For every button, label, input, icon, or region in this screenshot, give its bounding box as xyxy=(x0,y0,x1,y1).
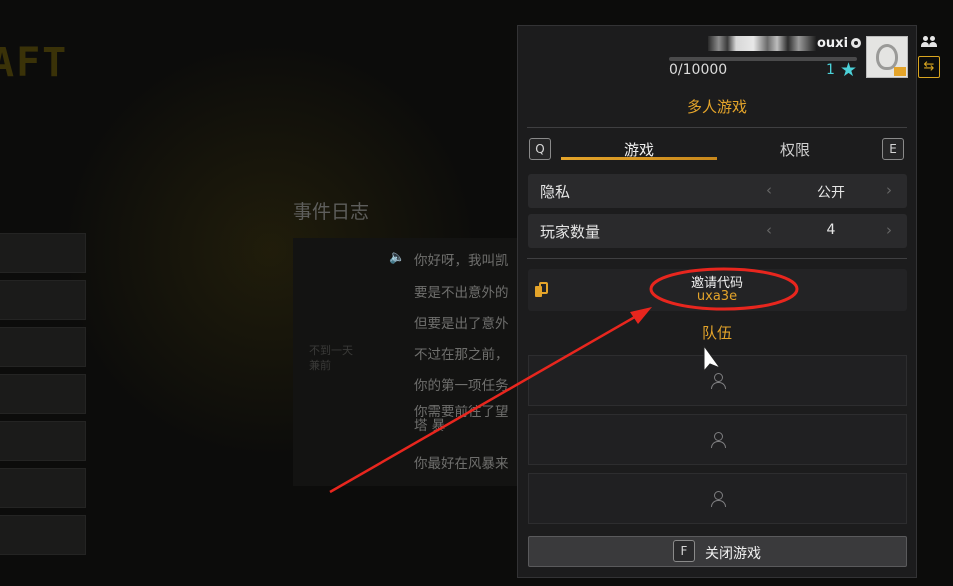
event-log-line: 不过在那之前， xyxy=(414,347,509,363)
privacy-value: 公开 xyxy=(817,185,845,201)
game-logo: AFT xyxy=(0,40,69,86)
event-log-line: 但要是出了意外 xyxy=(414,316,509,332)
player-name: ouxi xyxy=(708,34,862,52)
steam-icon xyxy=(851,38,862,48)
background-menu-item xyxy=(0,468,86,508)
user-icon xyxy=(711,373,726,389)
friends-icon[interactable] xyxy=(920,36,938,48)
event-log-line: 你的第一项任务 xyxy=(414,378,509,394)
copy-icon[interactable] xyxy=(535,282,548,297)
event-log-line: 你好呀，我叫凯 xyxy=(414,253,509,269)
divider xyxy=(527,127,907,128)
active-tab-underline xyxy=(561,157,717,160)
blurred-name xyxy=(708,35,816,51)
chevron-left-icon[interactable]: ‹ xyxy=(766,221,772,239)
swap-icon[interactable]: ⇆ xyxy=(918,56,940,78)
event-log-side-text: 不到一天 兼前 xyxy=(309,344,353,372)
event-log-line: 要是不出意外的 xyxy=(414,285,509,301)
multiplayer-title: 多人游戏 xyxy=(686,98,747,116)
divider xyxy=(527,258,907,259)
event-log-line: 你最好在风暴来 xyxy=(414,456,509,472)
close-game-label: 关闭游戏 xyxy=(705,546,761,562)
background-menu-item xyxy=(0,280,86,320)
star-icon: ★ xyxy=(840,59,858,81)
tab-prev-key[interactable]: Q xyxy=(529,138,551,160)
team-slot[interactable] xyxy=(528,473,907,524)
background-menu-item xyxy=(0,421,86,461)
player-count-setting-row: 玩家数量 ‹ 4 › xyxy=(528,214,907,248)
player-count-label: 玩家数量 xyxy=(540,223,601,241)
xp-bar xyxy=(669,57,857,61)
background-menu-item xyxy=(0,374,86,414)
team-title: 队伍 xyxy=(701,324,732,342)
avatar-badge xyxy=(894,67,906,76)
player-name-text: ouxi xyxy=(817,35,849,51)
player-count-value: 4 xyxy=(826,222,836,238)
background-menu xyxy=(0,233,86,562)
player-level: 1 xyxy=(826,62,835,78)
tab-next-key[interactable]: E xyxy=(882,138,904,160)
invite-code[interactable]: uxa3e xyxy=(617,289,817,304)
background-menu-item xyxy=(0,515,86,555)
event-log-title: 事件日志 xyxy=(293,201,370,223)
chevron-left-icon[interactable]: ‹ xyxy=(766,181,772,199)
xp-text: 0/10000 xyxy=(669,62,728,78)
event-log-line: 你需要前往了望塔 暴 xyxy=(414,405,509,434)
mouse-cursor-icon xyxy=(703,344,722,373)
avatar[interactable] xyxy=(866,36,908,78)
speaker-icon: 🔈 xyxy=(389,250,406,265)
team-slot[interactable] xyxy=(528,414,907,465)
privacy-setting-row: 隐私 ‹ 公开 › xyxy=(528,174,907,208)
tab-permissions[interactable]: 权限 xyxy=(717,139,873,160)
background-menu-item xyxy=(0,327,86,367)
chevron-right-icon[interactable]: › xyxy=(886,181,892,199)
privacy-label: 隐私 xyxy=(540,183,571,201)
background-menu-item xyxy=(0,233,86,273)
user-icon xyxy=(711,432,726,448)
chevron-right-icon[interactable]: › xyxy=(886,221,892,239)
user-icon xyxy=(711,491,726,507)
close-game-key[interactable]: F xyxy=(673,540,695,562)
